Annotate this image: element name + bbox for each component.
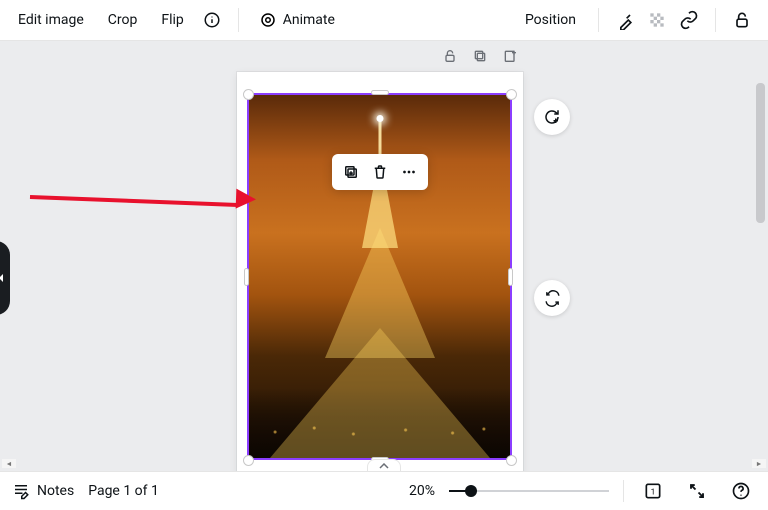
floating-context-menu (332, 154, 428, 190)
bottom-separator (623, 480, 624, 502)
toolbar-separator (715, 8, 716, 32)
fullscreen-button[interactable] (682, 476, 712, 506)
more-button[interactable] (396, 159, 422, 185)
color-picker-icon[interactable] (609, 4, 641, 36)
canvas-area[interactable]: ◄ ► (0, 41, 768, 471)
edit-image-button[interactable]: Edit image (6, 6, 96, 34)
scroll-left-button[interactable]: ◄ (2, 459, 16, 468)
resize-handle-w[interactable] (244, 268, 249, 286)
zoom-level[interactable]: 20% (409, 483, 435, 499)
lock-page-icon[interactable] (440, 46, 460, 66)
notes-label: Notes (37, 483, 74, 499)
resize-handle-n[interactable] (371, 90, 389, 95)
top-toolbar: Edit image Crop Flip Animate Position (0, 0, 768, 41)
help-button[interactable] (726, 476, 756, 506)
transparency-icon[interactable] (641, 4, 673, 36)
duplicate-button[interactable] (338, 159, 364, 185)
zoom-slider-thumb[interactable] (465, 485, 477, 497)
annotation-arrow (30, 177, 250, 207)
delete-button[interactable] (367, 159, 393, 185)
animate-label: Animate (283, 12, 335, 28)
position-button[interactable]: Position (513, 6, 588, 34)
bottom-bar: Notes Page 1 of 1 20% 1 (0, 471, 768, 510)
regenerate-button[interactable] (534, 99, 570, 135)
animate-button[interactable]: Animate (249, 5, 345, 35)
add-page-icon[interactable] (500, 46, 520, 66)
notes-icon (12, 482, 30, 500)
flip-button[interactable]: Flip (149, 6, 195, 34)
toolbar-separator (598, 8, 599, 32)
resize-handle-ne[interactable] (506, 89, 517, 100)
toolbar-separator (238, 8, 239, 32)
grid-view-button[interactable]: 1 (638, 476, 668, 506)
info-icon[interactable] (196, 4, 228, 36)
duplicate-page-icon[interactable] (470, 46, 490, 66)
add-page-tab[interactable] (367, 459, 401, 471)
scroll-right-button[interactable]: ► (752, 459, 766, 468)
crop-button[interactable]: Crop (96, 6, 150, 34)
animate-icon (259, 11, 277, 29)
resize-handle-e[interactable] (508, 268, 513, 286)
page-indicator[interactable]: Page 1 of 1 (88, 483, 159, 499)
zoom-slider[interactable] (449, 483, 609, 499)
resize-handle-nw[interactable] (243, 89, 254, 100)
toolbar-left-group: Edit image Crop Flip Animate (6, 4, 345, 36)
selected-image[interactable] (247, 93, 512, 460)
sync-button[interactable] (534, 280, 570, 316)
svg-text:1: 1 (651, 487, 656, 497)
vertical-scrollbar[interactable] (756, 83, 765, 223)
lock-icon[interactable] (726, 4, 758, 36)
notes-button[interactable]: Notes (12, 482, 74, 500)
link-icon[interactable] (673, 4, 705, 36)
expand-panel-button[interactable] (0, 241, 10, 315)
page-actions-group (440, 46, 520, 66)
